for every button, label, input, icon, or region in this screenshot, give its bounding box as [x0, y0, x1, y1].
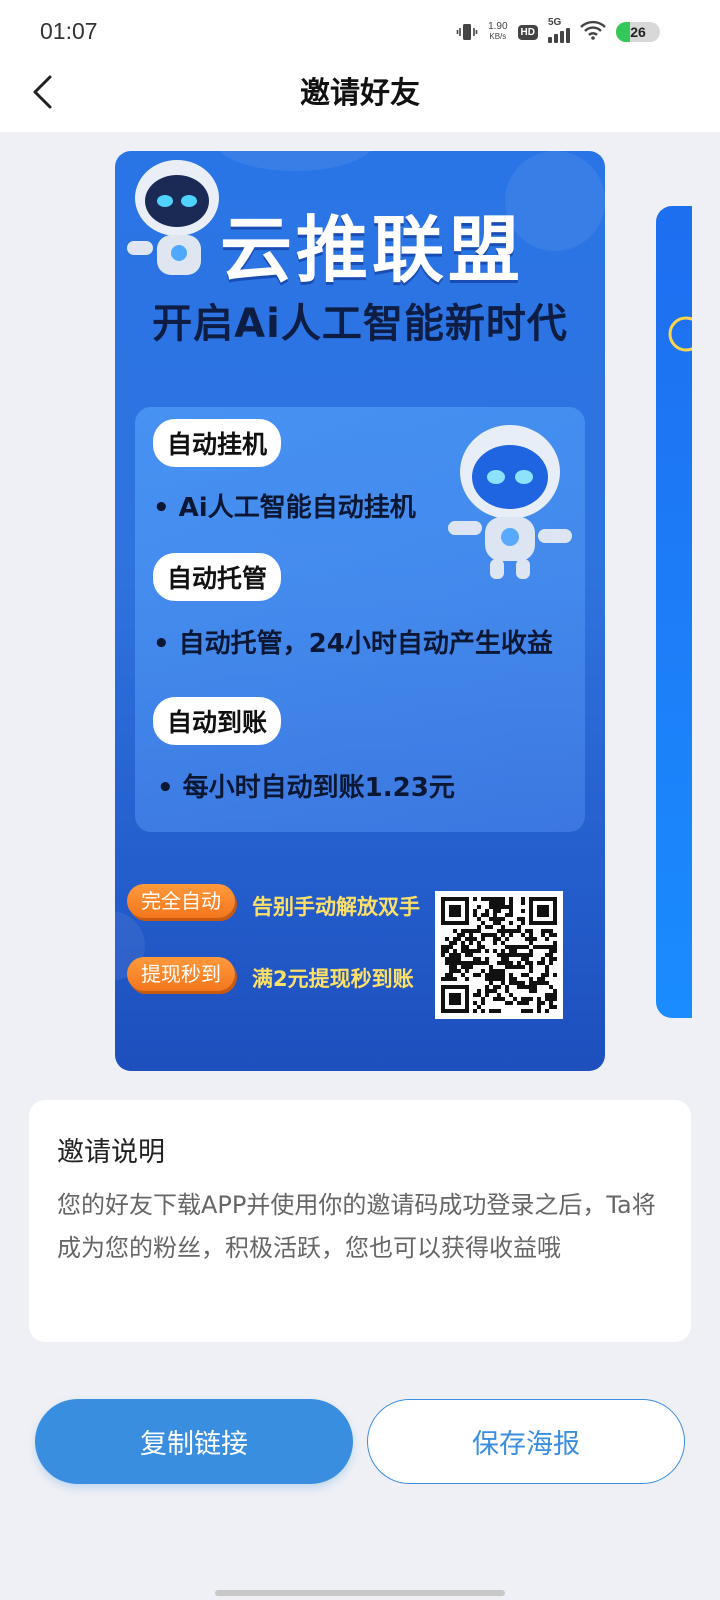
net-speed: 1.90 KB/s — [488, 22, 507, 42]
poster-subtitle: 开启Ai人工智能新时代 — [152, 301, 568, 347]
status-icons: 1.90 KB/s HD 5G 26 — [456, 17, 660, 44]
status-bar: 01:07 1.90 KB/s HD 5G 26 — [0, 0, 720, 62]
copy-link-button[interactable]: 复制链接 — [35, 1399, 353, 1484]
poster-title: 云推联盟 — [220, 208, 525, 292]
info-title: 邀请说明 — [57, 1137, 165, 1168]
net-speed-unit: KB/s — [489, 32, 507, 41]
vibrate-icon — [456, 21, 478, 43]
home-indicator[interactable] — [215, 1590, 505, 1596]
network-label: 5G — [548, 17, 562, 28]
wifi-icon — [580, 20, 606, 44]
feature-text: • Ai人工智能自动挂机 — [153, 493, 416, 523]
save-poster-button[interactable]: 保存海报 — [367, 1399, 685, 1484]
status-time: 01:07 — [40, 18, 98, 44]
battery-level: 26 — [630, 24, 646, 40]
qr-code-icon — [435, 891, 563, 1019]
net-speed-value: 1.90 — [488, 21, 508, 32]
info-text: 您的好友下载APP并使用你的邀请码成功登录之后，Ta将成为您的粉丝，积极活跃，您… — [57, 1191, 656, 1262]
promo-text: 告别手动解放双手 — [252, 895, 420, 919]
feature-text: • 每小时自动到账1.23元 — [157, 773, 455, 803]
promo-text: 满2元提现秒到账 — [252, 967, 414, 991]
page-title: 邀请好友 — [300, 76, 420, 111]
feature-tag: 自动到账 — [153, 697, 282, 745]
feature-tag: 自动挂机 — [153, 419, 282, 467]
next-poster-preview[interactable] — [656, 206, 692, 1018]
robot-icon — [117, 153, 222, 297]
hd-badge: HD — [517, 24, 538, 40]
robot-icon — [440, 417, 580, 586]
invite-info-card: 邀请说明 您的好友下载APP并使用你的邀请码成功登录之后，Ta将成为您的粉丝，积… — [29, 1100, 691, 1342]
feature-box: 自动挂机 • Ai人工智能自动挂机 自动托管 • 自动托管，24小时自动产生收益… — [135, 407, 585, 832]
promo-pill: 提现秒到 — [127, 957, 235, 991]
battery-icon: 26 — [616, 22, 660, 42]
nav-bar: 邀请好友 — [0, 62, 720, 132]
invite-poster[interactable]: 云推联盟 开启Ai人工智能新时代 自动挂机 • Ai人工智能自动挂机 自动托管 … — [115, 151, 605, 1071]
promo-pill: 完全自动 — [127, 884, 235, 918]
feature-text: • 自动托管，24小时自动产生收益 — [153, 629, 553, 659]
signal-icon: 5G — [548, 17, 570, 43]
feature-tag: 自动托管 — [153, 553, 282, 601]
